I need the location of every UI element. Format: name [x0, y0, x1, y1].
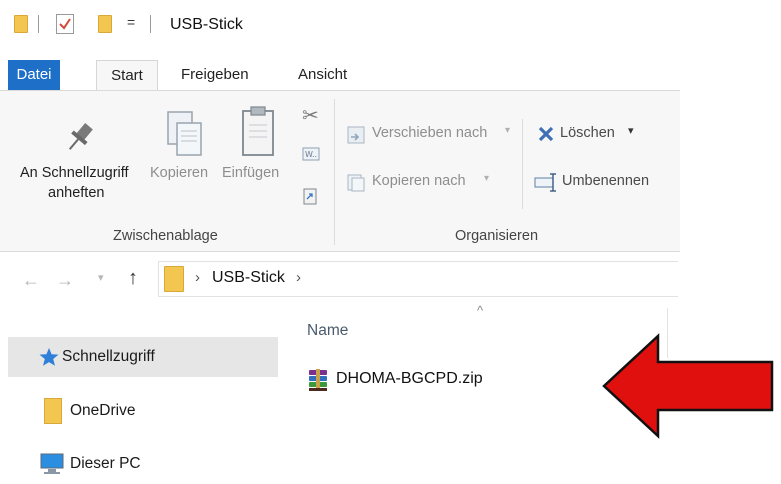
paste-shortcut-icon[interactable]: [303, 187, 317, 205]
computer-icon: [40, 453, 64, 474]
folder-icon: [44, 398, 62, 424]
clipboard-group-label: Zwischenablage: [113, 228, 218, 244]
nav-item-dieser-pc[interactable]: Dieser PC: [8, 444, 278, 484]
divider: [38, 15, 39, 33]
breadcrumb-usb-stick[interactable]: USB-Stick: [212, 269, 285, 287]
breadcrumb-separator-icon[interactable]: ›: [195, 269, 200, 286]
window-title: USB-Stick: [170, 16, 243, 33]
star-icon: [39, 348, 59, 366]
tab-ansicht[interactable]: Ansicht: [292, 60, 353, 90]
group-divider: [522, 119, 523, 209]
recent-locations-chevron-icon[interactable]: ▾: [98, 271, 104, 284]
forward-arrow-icon[interactable]: →: [56, 270, 74, 291]
copy-path-icon[interactable]: W..: [302, 147, 320, 161]
copy-label: Kopieren: [150, 165, 209, 181]
column-header-name[interactable]: Name: [307, 322, 348, 340]
svg-text:W..: W..: [305, 150, 317, 159]
file-name: DHOMA-BGCPD.zip: [336, 370, 483, 387]
tab-start[interactable]: Start: [96, 60, 158, 90]
folder-icon: [164, 266, 184, 292]
pin-icon: [68, 123, 93, 150]
tab-freigeben[interactable]: Freigeben: [175, 60, 255, 90]
organize-group-label: Organisieren: [455, 228, 539, 244]
copy-icon: [167, 111, 202, 156]
paste-label: Einfügen: [222, 165, 280, 181]
delete-x-icon: [538, 126, 554, 142]
ribbon-panel: An Schnellzugriff anheften Kopieren Einf…: [0, 90, 680, 252]
title-bar: = USB-Stick: [0, 0, 781, 58]
red-arrow-annotation: [602, 333, 774, 439]
winrar-archive-icon: [309, 369, 327, 391]
copy-to-icon: [347, 174, 365, 192]
nav-item-onedrive[interactable]: OneDrive: [8, 391, 278, 431]
file-item[interactable]: DHOMA-BGCPD.zip: [302, 364, 502, 396]
back-arrow-icon[interactable]: ←: [22, 270, 40, 291]
delete-label: Löschen: [560, 125, 615, 141]
ribbon-tabs: Datei Start Freigeben Ansicht: [0, 60, 781, 90]
navigation-pane: Schnellzugriff OneDrive Dieser PC: [0, 305, 290, 484]
group-divider: [334, 99, 335, 245]
rename-icon: [534, 173, 556, 192]
up-arrow-icon[interactable]: ↑: [128, 267, 138, 290]
chevron-down-icon: ▾: [484, 173, 490, 184]
new-folder-icon[interactable]: [98, 15, 112, 33]
nav-item-label: OneDrive: [70, 402, 136, 419]
divider: [150, 15, 151, 33]
chevron-down-icon: ▾: [505, 125, 511, 136]
folder-icon: [14, 15, 28, 33]
chevron-down-icon: ▾: [628, 125, 634, 137]
rename-label: Umbenennen: [562, 173, 650, 189]
cut-icon[interactable]: ✂: [302, 103, 319, 128]
nav-item-label: Schnellzugriff: [62, 348, 155, 365]
customize-quick-access-dropdown[interactable]: =: [127, 14, 135, 30]
breadcrumb-chevron-icon[interactable]: ›: [296, 269, 301, 286]
properties-checkbox-icon[interactable]: [56, 14, 74, 34]
nav-item-label: Dieser PC: [70, 455, 141, 472]
nav-item-schnellzugriff[interactable]: Schnellzugriff: [8, 337, 278, 377]
sort-ascending-icon[interactable]: ^: [477, 303, 483, 318]
address-bar: ← → ▾ ↑ › USB-Stick ›: [0, 258, 781, 304]
clipboard-icon: [242, 106, 274, 156]
tab-datei[interactable]: Datei: [8, 60, 60, 90]
move-to-label: Verschieben nach: [372, 125, 488, 141]
move-to-icon: [347, 126, 365, 144]
copy-to-label: Kopieren nach: [372, 173, 466, 189]
pin-label-line1: An Schnellzugriff: [20, 165, 129, 181]
pin-label-line2: anheften: [48, 185, 105, 201]
